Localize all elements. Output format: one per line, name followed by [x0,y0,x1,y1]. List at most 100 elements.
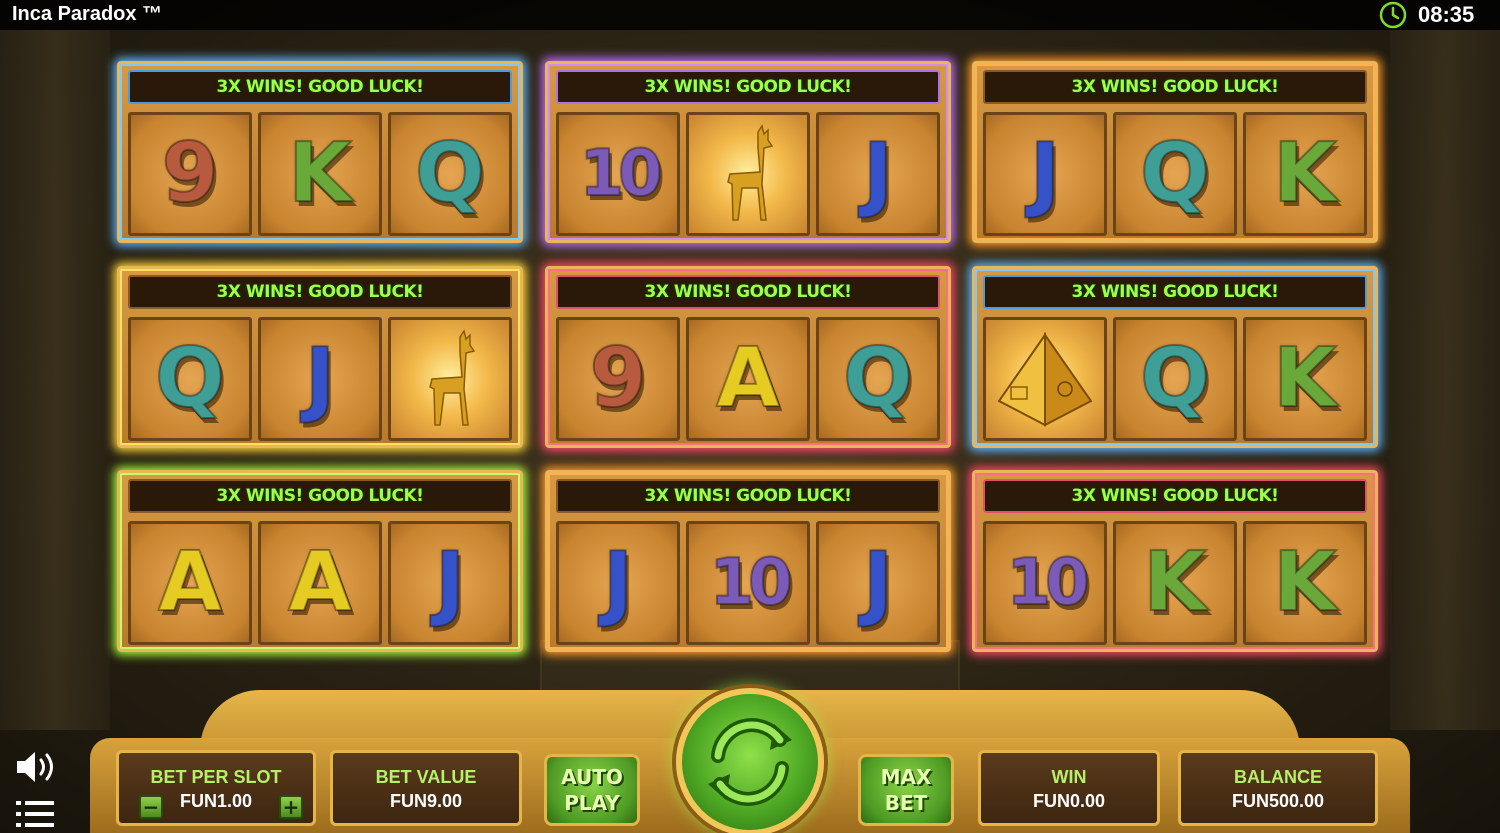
reel-cell: Q [388,112,512,236]
win-box: WIN FUN0.00 [978,750,1160,826]
banner-text: 3X WINS! GOOD LUCK! [644,282,852,302]
max-bet-button[interactable]: MAX BET [858,754,954,826]
symbol-k: K [1272,126,1338,221]
bet-value-label: BET VALUE [375,767,477,787]
symbol-9: 9 [588,331,647,426]
bet-per-slot-box: BET PER SLOT FUN1.00 − + [116,750,316,826]
slot-machine-9[interactable]: 3X WINS! GOOD LUCK! 10 K K [972,470,1378,652]
banner-text: 3X WINS! GOOD LUCK! [216,77,424,97]
symbol-10: 10 [708,546,793,620]
symbol-k: K [287,126,353,221]
llama-icon [727,124,774,221]
menu-icon[interactable] [16,799,54,829]
balance-box: BALANCE FUN500.00 [1178,750,1378,826]
symbol-j: J [304,331,336,426]
symbol-j: J [434,535,466,630]
symbol-10: 10 [1005,546,1090,620]
machine-banner: 3X WINS! GOOD LUCK! [128,275,512,309]
reel-cell: K [1243,112,1367,236]
slot-machine-6[interactable]: 3X WINS! GOOD LUCK! Q K [972,266,1378,448]
symbol-a: A [287,535,352,630]
symbol-k: K [1272,535,1338,630]
slot-machine-7[interactable]: 3X WINS! GOOD LUCK! A A J [117,470,523,652]
machine-banner: 3X WINS! GOOD LUCK! [556,70,940,104]
slot-machine-3[interactable]: 3X WINS! GOOD LUCK! J Q K [972,61,1378,243]
win-label: WIN [1051,767,1087,787]
game-title: Inca Paradox ™ [12,3,163,25]
llama-icon [429,329,476,426]
max-bet-line2: BET [884,791,928,815]
symbol-j: J [862,126,894,221]
slot-machine-8[interactable]: 3X WINS! GOOD LUCK! J 10 J [545,470,951,652]
auto-play-button[interactable]: AUTO PLAY [544,754,640,826]
reel-cell: 10 [686,521,810,645]
reel-cell: Q [1113,112,1237,236]
banner-text: 3X WINS! GOOD LUCK! [1071,282,1279,302]
reel-cell: J [556,521,680,645]
symbol-q: Q [154,331,226,426]
symbol-j: J [602,535,634,630]
symbol-q: Q [1139,331,1211,426]
reel-cell [388,317,512,441]
symbol-10: 10 [578,137,663,211]
symbol-k: K [1272,331,1338,426]
balance-label: BALANCE [1234,767,1322,787]
reel-cell: K [1113,521,1237,645]
symbol-a: A [715,331,780,426]
reel-cell: J [983,112,1107,236]
reel-cell: J [388,521,512,645]
symbol-j: J [1029,126,1061,221]
machine-banner: 3X WINS! GOOD LUCK! [556,275,940,309]
slot-machine-1[interactable]: 3X WINS! GOOD LUCK! 9 K Q [117,61,523,243]
reel-cell: A [128,521,252,645]
reel-cell [983,317,1107,441]
banner-text: 3X WINS! GOOD LUCK! [644,77,852,97]
spin-button[interactable] [676,688,824,833]
banner-text: 3X WINS! GOOD LUCK! [644,486,852,506]
symbol-j: J [862,535,894,630]
reel-cell: 9 [556,317,680,441]
background-pillar-right [1390,30,1500,730]
machine-banner: 3X WINS! GOOD LUCK! [128,479,512,513]
reel-cell: K [1243,317,1367,441]
banner-text: 3X WINS! GOOD LUCK! [216,486,424,506]
reel-cell: Q [128,317,252,441]
auto-play-line1: AUTO [561,765,623,789]
reel-cell: J [816,112,940,236]
reel-cell: A [686,317,810,441]
increase-bet-button[interactable]: + [279,795,303,819]
clock-time: 08:35 [1418,2,1475,27]
reel-cell: 10 [556,112,680,236]
bet-value-value: FUN9.00 [389,791,463,811]
banner-text: 3X WINS! GOOD LUCK! [1071,77,1279,97]
symbol-k: K [1142,535,1208,630]
sound-icon[interactable] [14,748,58,786]
symbol-a: A [157,535,222,630]
balance-value: FUN500.00 [1231,791,1325,811]
symbol-q: Q [842,331,914,426]
reel-cell: 9 [128,112,252,236]
spin-icon [708,718,792,806]
slot-machine-5[interactable]: 3X WINS! GOOD LUCK! 9 A Q [545,266,951,448]
reel-cell: 10 [983,521,1107,645]
reel-cell: J [258,317,382,441]
machine-banner: 3X WINS! GOOD LUCK! [556,479,940,513]
reel-cell: A [258,521,382,645]
win-value: FUN0.00 [1032,791,1106,811]
banner-text: 3X WINS! GOOD LUCK! [216,282,424,302]
machine-banner: 3X WINS! GOOD LUCK! [983,275,1367,309]
symbol-9: 9 [160,126,219,221]
slot-machine-4[interactable]: 3X WINS! GOOD LUCK! Q J [117,266,523,448]
symbol-q: Q [414,126,486,221]
banner-text: 3X WINS! GOOD LUCK! [1071,486,1279,506]
decrease-bet-button[interactable]: − [139,795,163,819]
background-pillar-left [0,30,110,730]
slot-machine-2[interactable]: 3X WINS! GOOD LUCK! 10 J [545,61,951,243]
bet-per-slot-label: BET PER SLOT [150,767,282,787]
bet-value-box: BET VALUE FUN9.00 [330,750,522,826]
reel-cell [686,112,810,236]
reel-cell: J [816,521,940,645]
reel-cell: Q [1113,317,1237,441]
machine-banner: 3X WINS! GOOD LUCK! [983,70,1367,104]
top-bar: Inca Paradox ™ 08:35 [0,0,1500,30]
